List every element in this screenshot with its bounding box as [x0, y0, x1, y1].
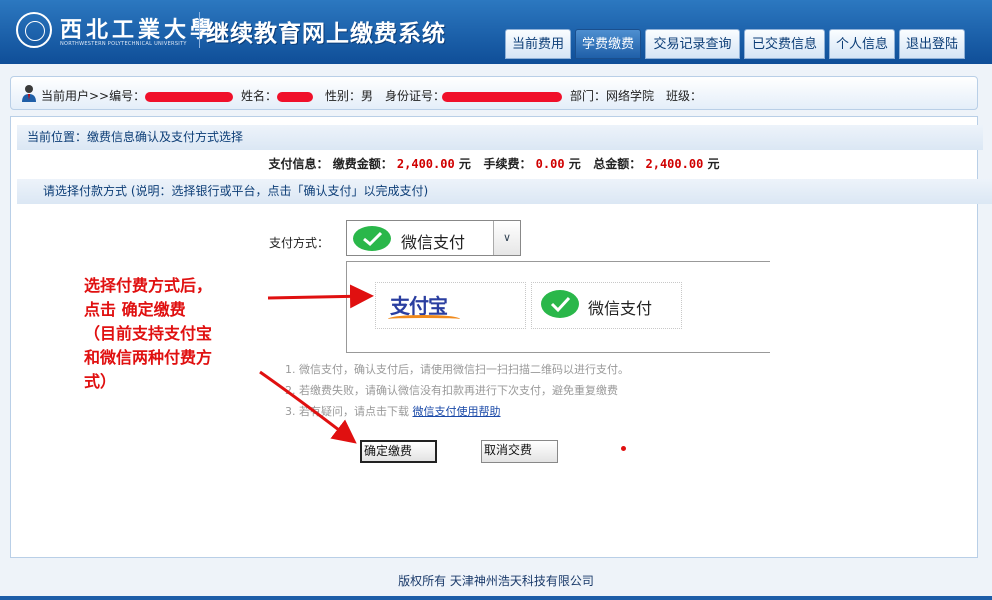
arrow-to-options — [267, 284, 374, 309]
company-name: 天津神州浩天科技有限公司 — [449, 574, 594, 588]
copyright-label: 版权所有 — [398, 574, 447, 588]
footer: 版权所有 天津神州浩天科技有限公司 — [0, 572, 992, 589]
annotation-arrows — [259, 284, 374, 444]
footer-bar — [0, 596, 992, 600]
arrow-to-confirm-button — [259, 370, 357, 444]
